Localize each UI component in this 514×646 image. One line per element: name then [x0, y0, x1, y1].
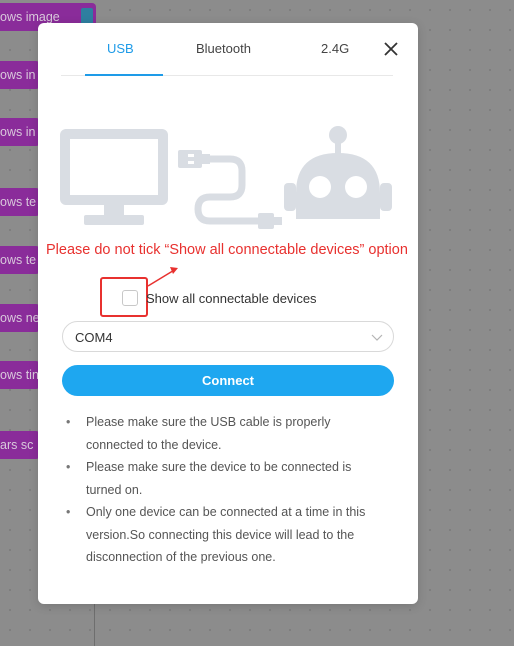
port-select[interactable]: COM4 — [62, 321, 394, 352]
code-block: ows tin — [0, 361, 40, 389]
note-text: Please make sure the USB cable is proper… — [86, 415, 331, 452]
code-block: ows in — [0, 118, 40, 146]
computer-monitor-icon — [60, 129, 168, 225]
close-icon[interactable] — [382, 40, 400, 58]
port-select-value: COM4 — [75, 330, 113, 345]
note-item: • Only one device can be connected at a … — [62, 501, 382, 569]
warning-annotation: Please do not tick “Show all connectable… — [46, 242, 408, 258]
connection-tabs: USB Bluetooth 2.4G — [61, 23, 393, 76]
usage-notes: • Please make sure the USB cable is prop… — [62, 411, 382, 569]
tab-2-4g[interactable]: 2.4G — [321, 41, 349, 56]
note-text: Only one device can be connected at a ti… — [86, 505, 366, 564]
block-label: ows in — [0, 125, 36, 139]
show-all-devices-checkbox[interactable] — [122, 290, 138, 306]
code-block: ows ne — [0, 304, 40, 332]
block-label: ars sc — [0, 438, 34, 452]
chevron-down-icon — [371, 334, 383, 341]
block-label: ows tin — [0, 368, 39, 382]
connect-button[interactable]: Connect — [62, 365, 394, 396]
note-item: • Please make sure the USB cable is prop… — [62, 411, 382, 456]
note-text: Please make sure the device to be connec… — [86, 460, 352, 497]
robot-icon — [284, 126, 392, 219]
usb-cable-icon — [178, 150, 282, 229]
code-block: ows te — [0, 188, 40, 216]
block-label: ows in — [0, 68, 36, 82]
block-label: ows ne — [0, 311, 40, 325]
block-label: ows image — [0, 10, 60, 24]
tab-usb[interactable]: USB — [107, 41, 134, 56]
device-connect-dialog: USB Bluetooth 2.4G Please do not tick “S… — [38, 23, 418, 604]
bullet-icon: • — [66, 460, 71, 474]
bullet-icon: • — [66, 415, 71, 429]
block-label: ows te — [0, 195, 37, 209]
show-all-devices-label[interactable]: Show all connectable devices — [146, 291, 317, 306]
active-tab-indicator — [85, 74, 163, 76]
usb-connection-illustration — [60, 126, 392, 229]
note-item: • Please make sure the device to be conn… — [62, 456, 382, 501]
code-block: ows in — [0, 61, 40, 89]
code-block: ars sc — [0, 431, 40, 459]
block-label: ows te — [0, 253, 37, 267]
bullet-icon: • — [66, 505, 71, 519]
workspace-divider — [94, 600, 95, 646]
annotation-arrow-icon — [147, 267, 178, 287]
code-block: ows te — [0, 246, 40, 274]
tab-bluetooth[interactable]: Bluetooth — [196, 41, 251, 56]
